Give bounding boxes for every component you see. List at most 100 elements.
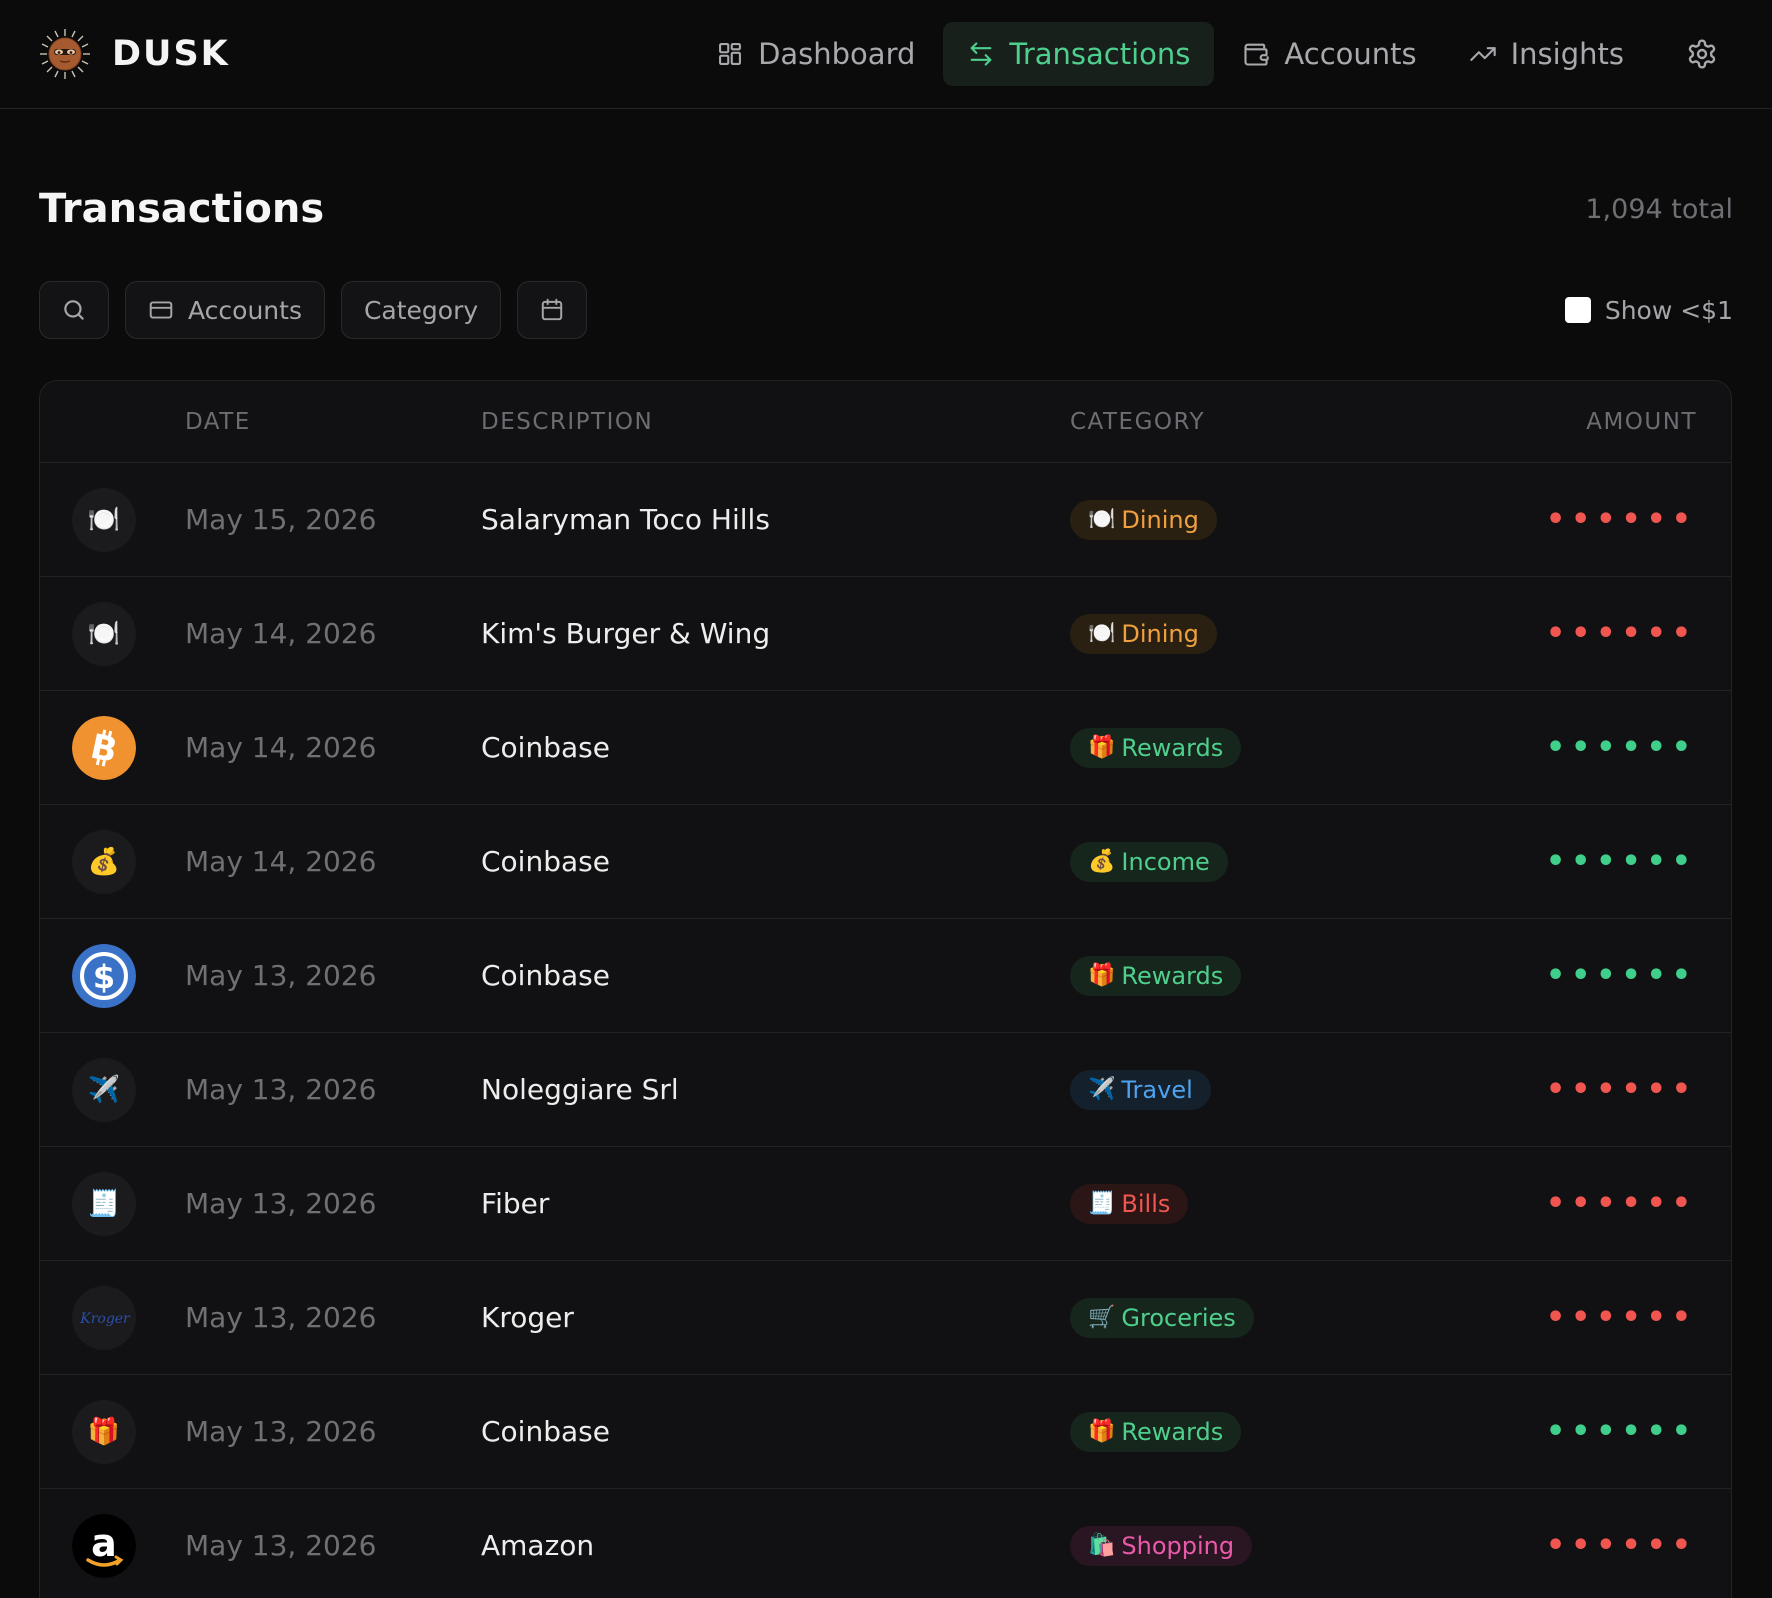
table-row[interactable]: 🍽️ May 15, 2026 Salaryman Toco Hills 🍽️ Dini… (40, 463, 1731, 577)
category-badge[interactable]: ✈️ Travel (1070, 1069, 1211, 1110)
table-row[interactable]: ✈️ May 13, 2026 Noleggiare Srl ✈️ Travel ••••… (40, 1033, 1731, 1147)
table-row[interactable]: 🧾 May 13, 2026 Fiber 🧾 Bills •••••• (40, 1147, 1731, 1261)
table-row[interactable]: a May 13, 2026 Amazon 🛍️ Shopping •••••• (40, 1489, 1731, 1598)
nav-insights[interactable]: Insights (1445, 22, 1648, 86)
header-description[interactable]: DESCRIPTION (481, 409, 1070, 435)
row-description: Salaryman Toco Hills (481, 503, 770, 536)
table-row[interactable]: $ May 13, 2026 Coinbase 🎁 Rewards •••••• (40, 919, 1731, 1033)
category-badge[interactable]: 🍽️ Dining (1070, 613, 1217, 654)
airplane-icon: ✈️ (72, 1057, 136, 1122)
category-emoji-icon: ✈️ (1088, 1077, 1116, 1102)
accounts-filter[interactable]: Accounts (125, 281, 325, 339)
header-amount[interactable]: AMOUNT (1531, 409, 1731, 435)
category-emoji-icon: 🍽️ (1088, 507, 1116, 532)
row-description: Coinbase (481, 959, 610, 992)
category-label: Bills (1121, 1189, 1171, 1218)
category-emoji-icon: 💰 (1088, 849, 1116, 874)
table-row[interactable]: 🎁 May 13, 2026 Coinbase 🎁 Rewards •••••• (40, 1375, 1731, 1489)
category-badge[interactable]: 🎁 Rewards (1070, 727, 1242, 768)
nav-accounts-label: Accounts (1284, 37, 1417, 71)
category-badge[interactable]: 🛍️ Shopping (1070, 1525, 1253, 1566)
row-description: Kim's Burger & Wing (481, 617, 771, 650)
filter-bar: Accounts Category Show <$1 (39, 280, 1733, 340)
row-description: Coinbase (481, 731, 610, 764)
table-body: 🍽️ May 15, 2026 Salaryman Toco Hills 🍽️ Dini… (40, 463, 1731, 1598)
trend-up-icon (1469, 47, 1496, 61)
row-date: May 13, 2026 (185, 1529, 377, 1562)
table-header: DATE DESCRIPTION CATEGORY AMOUNT (40, 381, 1731, 463)
svg-text:$: $ (93, 958, 115, 996)
category-filter-label: Category (363, 295, 479, 325)
settings-button[interactable] (1670, 22, 1734, 86)
row-amount: •••••• (1545, 958, 1697, 993)
small-amount-label: Show <$1 (1604, 295, 1733, 325)
accounts-filter-label: Accounts (188, 295, 302, 325)
total-count: 1,094 total (1585, 193, 1733, 225)
row-date: May 14, 2026 (185, 617, 377, 650)
row-date: May 13, 2026 (185, 1301, 377, 1334)
category-badge[interactable]: 💰 Income (1070, 841, 1228, 882)
table-row[interactable]: Kroger May 13, 2026 Kroger 🛒 Groceries •••••• (40, 1261, 1731, 1375)
row-amount: •••••• (1545, 1414, 1697, 1449)
nav-transactions[interactable]: Transactions (943, 22, 1215, 86)
category-label: Rewards (1121, 733, 1224, 762)
nav-dashboard-label: Dashboard (758, 37, 916, 71)
category-emoji-icon: 🎁 (1088, 735, 1116, 760)
search-button[interactable] (39, 281, 109, 339)
small-amount-checkbox[interactable] (1564, 297, 1591, 323)
row-date: May 15, 2026 (185, 503, 377, 536)
row-amount: •••••• (1545, 730, 1697, 765)
row-description: Amazon (481, 1529, 595, 1562)
category-badge[interactable]: 🎁 Rewards (1070, 955, 1242, 996)
category-label: Travel (1121, 1075, 1193, 1104)
category-label: Income (1121, 847, 1210, 876)
row-date: May 13, 2026 (185, 1187, 377, 1220)
category-badge[interactable]: 🧾 Bills (1070, 1183, 1189, 1224)
transactions-table: DATE DESCRIPTION CATEGORY AMOUNT 🍽️ May 1… (39, 380, 1732, 1598)
nav-dashboard[interactable]: Dashboard (692, 22, 939, 86)
svg-text:a: a (91, 1521, 117, 1565)
small-amount-toggle[interactable]: Show <$1 (1564, 295, 1733, 325)
money-bag-icon: 💰 (72, 829, 136, 894)
page-title: Transactions (39, 186, 325, 232)
category-badge[interactable]: 🍽️ Dining (1070, 499, 1217, 540)
swap-icon (971, 42, 992, 66)
header-category[interactable]: CATEGORY (1070, 409, 1531, 435)
table-row[interactable]: 💰 May 14, 2026 Coinbase 💰 Income •••••• (40, 805, 1731, 919)
main-nav: Dashboard Transactions Accounts Insights (692, 22, 1734, 86)
gear-icon (1688, 39, 1716, 69)
date-filter[interactable] (517, 281, 588, 339)
row-date: May 13, 2026 (185, 959, 377, 992)
search-icon (64, 300, 84, 320)
receipt-icon: 🧾 (72, 1171, 136, 1236)
category-emoji-icon: 🍽️ (1088, 621, 1116, 646)
gift-icon: 🎁 (72, 1399, 136, 1464)
dusk-logo-icon (40, 29, 90, 79)
amazon-logo-icon: a (72, 1513, 136, 1578)
category-badge[interactable]: 🛒 Groceries (1070, 1297, 1254, 1338)
row-description: Coinbase (481, 1415, 610, 1448)
category-emoji-icon: 🎁 (1088, 1419, 1116, 1444)
transactions-page: Transactions 1,094 total Accounts Catego… (0, 177, 1772, 1598)
row-amount: •••••• (1545, 1186, 1697, 1221)
row-amount: •••••• (1545, 1300, 1697, 1335)
brand[interactable]: DUSK (38, 27, 230, 81)
usdc-icon: $ (72, 943, 136, 1008)
row-amount: •••••• (1545, 1072, 1697, 1107)
svg-text:Kroger: Kroger (79, 1311, 131, 1327)
nav-accounts[interactable]: Accounts (1218, 22, 1440, 86)
category-badge[interactable]: 🎁 Rewards (1070, 1411, 1242, 1452)
nav-transactions-label: Transactions (1009, 37, 1191, 71)
table-row[interactable]: 🍽️ May 14, 2026 Kim's Burger & Wing 🍽️ Dinin… (40, 577, 1731, 691)
category-filter[interactable]: Category (340, 281, 502, 339)
header-date[interactable]: DATE (185, 409, 481, 435)
top-nav-bar: DUSK Dashboard Transactions Accounts Ins… (0, 0, 1772, 109)
wallet-icon (1244, 43, 1270, 66)
kroger-logo-icon: Kroger (72, 1285, 136, 1350)
row-amount: •••••• (1545, 616, 1697, 651)
row-description: Noleggiare Srl (481, 1073, 679, 1106)
row-amount: •••••• (1545, 502, 1697, 537)
row-date: May 14, 2026 (185, 845, 377, 878)
table-row[interactable]: B May 14, 2026 Coinbase 🎁 Rewards •••••• (40, 691, 1731, 805)
card-icon (149, 301, 173, 319)
